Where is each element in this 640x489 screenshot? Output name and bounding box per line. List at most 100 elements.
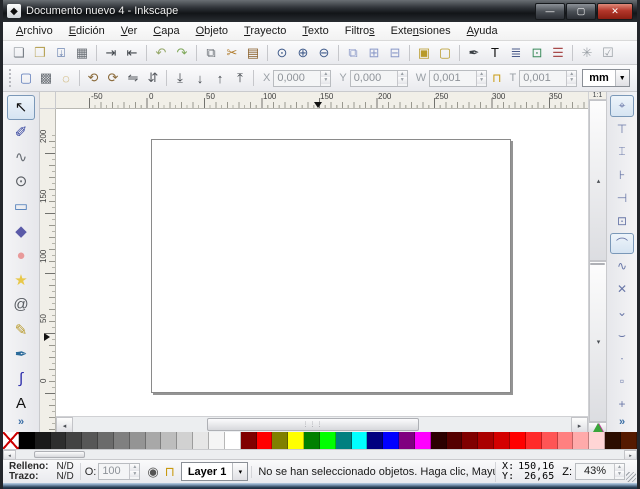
palette-swatch-#808080[interactable] <box>114 432 130 449</box>
palette-swatch-#0000ff[interactable] <box>383 432 399 449</box>
document-properties-icon[interactable]: ☑ <box>598 43 618 62</box>
palette-swatch-#808000[interactable] <box>272 432 288 449</box>
layer-lock-icon[interactable]: ⊓ <box>165 464 175 480</box>
palette-swatch-#2b0d00[interactable] <box>605 432 621 449</box>
palette-swatch-#575757[interactable] <box>82 432 98 449</box>
palette-swatch-#ff2a2a[interactable] <box>526 432 542 449</box>
palette-swatch-#aa0000[interactable] <box>478 432 494 449</box>
save-document-icon[interactable]: ⍗ <box>51 43 71 62</box>
star-tool[interactable]: ★ <box>7 268 35 293</box>
color-management-button[interactable] <box>589 422 606 432</box>
maximize-button[interactable]: ▢ <box>566 3 596 20</box>
fill-value[interactable]: N/D <box>56 462 73 472</box>
palette-swatch-#a8a8a8[interactable] <box>146 432 162 449</box>
palette-swatch-#1a1a1a[interactable] <box>35 432 51 449</box>
palette-swatch-#ffffff[interactable] <box>225 432 241 449</box>
lock-ratio-icon[interactable]: ⊓ <box>492 71 501 85</box>
menu-trayecto[interactable]: Trayecto <box>237 24 293 38</box>
close-button[interactable]: ✕ <box>597 3 633 20</box>
stroke-value[interactable]: N/D <box>56 472 73 482</box>
duplicate-icon[interactable]: ⧉ <box>343 43 363 62</box>
snap-edge-midpoints-icon[interactable]: ⊣ <box>610 187 634 209</box>
raise-icon[interactable]: ↑ <box>210 69 230 88</box>
palette-swatch-#000080[interactable] <box>367 432 383 449</box>
document-page[interactable] <box>151 139 511 393</box>
snap-midpoints-icon[interactable]: ∙ <box>610 347 634 369</box>
palette-swatch-#d1d1d1[interactable] <box>177 432 193 449</box>
zoom-drawing-icon[interactable]: ⊕ <box>293 43 313 62</box>
palette-swatch-#800000[interactable] <box>462 432 478 449</box>
new-document-icon[interactable]: ❏ <box>9 43 29 62</box>
lower-to-bottom-icon[interactable]: ⤓ <box>170 69 190 88</box>
width-field-stepper[interactable]: ▲▼ <box>476 71 486 86</box>
menu-ver[interactable]: Ver <box>114 24 145 38</box>
palette-swatch-#ff0000[interactable] <box>257 432 273 449</box>
height-field-stepper[interactable]: ▲▼ <box>566 71 576 86</box>
palette-swatch-#949494[interactable] <box>130 432 146 449</box>
width-field-input[interactable]: 0,001 <box>430 71 476 86</box>
palette-swatch-#2b0000[interactable] <box>431 432 447 449</box>
node-tool[interactable]: ✐ <box>7 120 35 145</box>
menu-objeto[interactable]: Objeto <box>189 24 235 38</box>
tweak-tool[interactable]: ∿ <box>7 144 35 169</box>
canvas[interactable] <box>56 109 588 416</box>
zoom-1-1-button[interactable]: 1:1 <box>589 92 606 100</box>
palette-swatch-#00ff00[interactable] <box>320 432 336 449</box>
opacity-stepper[interactable]: ▲▼ <box>129 464 139 479</box>
text-dialog-icon[interactable]: T <box>485 43 505 62</box>
layers-dialog-icon[interactable]: ≣ <box>506 43 526 62</box>
rotate-ccw-icon[interactable]: ⟲ <box>83 69 103 88</box>
pencil-tool[interactable]: ✎ <box>7 317 35 342</box>
rectangle-tool[interactable]: ▭ <box>7 194 35 219</box>
layer-visibility-eye-icon[interactable]: ◉ <box>147 464 158 480</box>
zoom-tool[interactable]: ⊙ <box>7 169 35 194</box>
zoom-input[interactable]: 43% <box>576 464 614 479</box>
palette-swatch-#f5f5f5[interactable] <box>209 432 225 449</box>
palette-swatch-#800000[interactable] <box>241 432 257 449</box>
palette-swatch-#551a00[interactable] <box>621 432 637 449</box>
y-field-stepper[interactable]: ▲▼ <box>397 71 407 86</box>
snap-path-intersections-icon[interactable]: ✕ <box>610 278 634 300</box>
deselect-icon[interactable]: ◌ <box>56 69 76 88</box>
height-field-input[interactable]: 0,001 <box>520 71 566 86</box>
zoom-stepper[interactable]: ▲▼ <box>614 464 624 479</box>
calligraphy-tool[interactable]: ∫ <box>7 367 35 392</box>
snapbar-overflow-button[interactable]: » <box>619 416 625 428</box>
x-field-input[interactable]: 0,000 <box>274 71 320 86</box>
palette-scroll-thumb[interactable] <box>34 451 85 458</box>
palette-swatch-#bdbdbd[interactable] <box>161 432 177 449</box>
palette-swatch-#ffff00[interactable] <box>288 432 304 449</box>
snap-rotation-centers-icon[interactable]: + <box>610 393 634 415</box>
palette-swatch-#008080[interactable] <box>336 432 352 449</box>
spiral-tool[interactable]: @ <box>7 293 35 318</box>
palette-scroll-track[interactable] <box>16 450 624 459</box>
horizontal-scrollbar[interactable]: ◂ ⋮⋮⋮ ▸ <box>56 416 588 432</box>
palette-swatch-#6b6b6b[interactable] <box>98 432 114 449</box>
palette-swatch-#00ffff[interactable] <box>352 432 368 449</box>
import-icon[interactable]: ⇥ <box>101 43 121 62</box>
palette-swatch-#e6e6e6[interactable] <box>193 432 209 449</box>
preferences-icon[interactable]: ✳ <box>577 43 597 62</box>
menu-archivo[interactable]: Archivo <box>9 24 60 38</box>
menu-capa[interactable]: Capa <box>146 24 186 38</box>
palette-swatch-#000000[interactable] <box>19 432 35 449</box>
align-dialog-icon[interactable]: ☰ <box>548 43 568 62</box>
cut-icon[interactable]: ✂ <box>222 43 242 62</box>
snap-bbox-centers-icon[interactable]: ⊡ <box>610 210 634 232</box>
select-all-layers-icon[interactable]: ▩ <box>36 69 56 88</box>
snap-bbox-icon[interactable]: ⊤ <box>610 118 634 140</box>
palette-swatch-#2e2e2e[interactable] <box>51 432 67 449</box>
fill-stroke-icon[interactable]: ✒ <box>464 43 484 62</box>
horizontal-ruler[interactable]: -50050100150200250300350 <box>56 92 588 109</box>
create-clone-icon[interactable]: ⊞ <box>364 43 384 62</box>
menu-edicion[interactable]: Edición <box>62 24 112 38</box>
ellipse-tool[interactable]: ● <box>7 243 35 268</box>
flip-vertical-icon[interactable]: ⇵ <box>143 69 163 88</box>
y-field-input[interactable]: 0,000 <box>351 71 397 86</box>
menu-texto[interactable]: Texto <box>295 24 335 38</box>
pen-tool[interactable]: ✒ <box>7 342 35 367</box>
snap-smooth-nodes-icon[interactable]: ⌣ <box>610 324 634 346</box>
x-field-stepper[interactable]: ▲▼ <box>320 71 330 86</box>
hscroll-thumb[interactable]: ⋮⋮⋮ <box>207 418 418 431</box>
unlink-clone-icon[interactable]: ⊟ <box>385 43 405 62</box>
